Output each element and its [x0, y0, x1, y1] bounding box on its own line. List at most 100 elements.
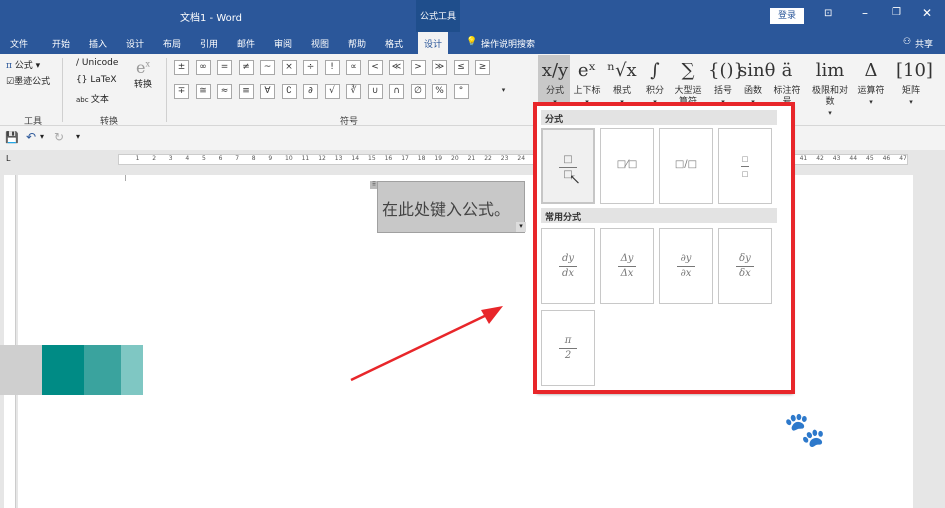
structure-label: 运算符 [857, 86, 885, 96]
ink-icon: ☑ [6, 77, 15, 87]
latex-option[interactable]: {} LaTeX [76, 75, 117, 85]
ruler-number: 9 [268, 155, 273, 162]
tab-stop-icon[interactable]: L [6, 154, 10, 163]
ruler-number: 4 [185, 155, 190, 162]
color-swatch [0, 345, 42, 395]
symbol-button[interactable]: ≫ [432, 60, 447, 75]
symbol-button[interactable]: ! [324, 60, 340, 75]
tab-insert[interactable]: 插入 [89, 37, 107, 50]
structure-label: 括号 [713, 86, 732, 96]
structure-button-1[interactable]: eˣ 上下标 ▾ [572, 56, 602, 108]
text-label: 文本 [90, 95, 109, 105]
equation-options-icon[interactable]: ▾ [516, 222, 526, 232]
structure-icon: x/y [541, 60, 569, 81]
tab-equation-design[interactable]: 设计 [418, 32, 449, 54]
symbol-button[interactable]: ~ [260, 60, 275, 75]
structure-icon: Δ [864, 60, 878, 81]
ribbon: π 公式 ▾ ☑墨迹公式 工具 / Unicode {} LaTeX abc 文… [0, 54, 945, 127]
symbol-button[interactable]: = [217, 60, 232, 75]
structure-button-2[interactable]: ⁿ√x 根式 ▾ [607, 56, 637, 108]
symbol-button[interactable]: ≈ [217, 84, 232, 99]
abc-icon: abc [76, 96, 91, 104]
symbol-button[interactable]: ÷ [303, 60, 318, 75]
symbol-button[interactable]: % [432, 84, 447, 99]
ribbon-tabs: 文件 开始 插入 设计 布局 引用 邮件 审阅 视图 帮助 格式 设计 💡 操作… [0, 32, 945, 54]
symbols-more-icon[interactable]: ▾ [496, 84, 511, 99]
structure-button-8[interactable]: lim 极限和对数 ▾ [808, 56, 852, 119]
structure-button-10[interactable]: [10] 矩阵 ▾ [896, 56, 933, 108]
watermark-brand: Bai [720, 410, 784, 450]
text-option[interactable]: abc 文本 [76, 92, 109, 105]
ink-equation-button[interactable]: ☑墨迹公式 [6, 74, 50, 87]
symbol-button[interactable]: ∅ [410, 84, 426, 99]
symbol-button[interactable]: ≤ [453, 60, 469, 75]
tab-home[interactable]: 开始 [52, 37, 70, 50]
tab-references[interactable]: 引用 [200, 37, 218, 50]
tab-help[interactable]: 帮助 [348, 37, 366, 50]
structure-label: 根式 [612, 86, 631, 96]
tab-design[interactable]: 设计 [126, 37, 144, 50]
share-button[interactable]: 共享 [915, 37, 933, 50]
ribbon-display-icon[interactable]: ⊡ [824, 8, 832, 19]
symbol-button[interactable]: ≠ [238, 60, 254, 75]
symbol-button[interactable]: ∀ [260, 84, 275, 99]
symbol-button[interactable]: ± [174, 60, 189, 75]
ruler-number: 21 [467, 155, 476, 162]
redo-icon[interactable]: ↻ [54, 130, 64, 144]
equation-button[interactable]: π 公式 ▾ [6, 58, 40, 71]
undo-dropdown-icon[interactable]: ▾ [40, 132, 44, 141]
dropdown-icon: ▾ [909, 98, 913, 106]
symbol-button[interactable]: ∪ [367, 84, 383, 99]
symbol-button[interactable]: √ [324, 84, 340, 99]
symbol-button[interactable]: ∞ [195, 60, 211, 75]
symbol-button[interactable]: ≅ [195, 84, 211, 99]
search-tell-me[interactable]: 操作说明搜索 [481, 37, 535, 50]
symbol-button[interactable]: ≥ [475, 60, 490, 75]
save-icon[interactable]: 💾 [5, 131, 19, 144]
unicode-label: Unicode [81, 58, 119, 68]
contextual-tab-label: 公式工具 [416, 0, 460, 32]
structure-button-5[interactable]: {()} 括号 ▾ [708, 56, 745, 108]
convert-button[interactable]: ex 转换 [134, 58, 152, 90]
symbol-button[interactable]: ≪ [389, 60, 404, 75]
equation-placeholder[interactable]: 在此处键入公式。 [377, 181, 525, 233]
symbol-button[interactable]: × [281, 60, 297, 75]
ruler-number: 20 [451, 155, 459, 162]
undo-icon[interactable]: ↶ [26, 130, 36, 144]
structure-label: 函数 [743, 86, 762, 96]
structure-icon: eˣ [577, 60, 597, 81]
symbol-button[interactable]: > [410, 60, 426, 75]
minimize-icon[interactable]: – [862, 6, 868, 20]
login-button[interactable]: 登录 [770, 8, 804, 24]
customize-qat-icon[interactable]: ▾ [76, 132, 80, 141]
restore-icon[interactable]: ❐ [892, 7, 901, 18]
tab-layout[interactable]: 布局 [163, 37, 181, 50]
symbol-button[interactable]: ∁ [281, 84, 297, 99]
tab-review[interactable]: 审阅 [274, 37, 292, 50]
tab-file[interactable]: 文件 [10, 37, 28, 50]
structure-icon: ⁿ√x [607, 60, 637, 81]
symbol-button[interactable]: ° [453, 84, 469, 99]
symbol-button[interactable]: < [367, 60, 383, 75]
symbol-button[interactable]: ∛ [346, 84, 361, 99]
structure-button-3[interactable]: ∫ 积分 ▾ [640, 56, 670, 108]
ruler-number: 15 [368, 155, 376, 162]
structure-icon: ä [781, 60, 793, 81]
tab-view[interactable]: 视图 [311, 37, 329, 50]
symbol-button[interactable]: ∂ [303, 84, 318, 99]
structure-button-6[interactable]: sinθ 函数 ▾ [738, 56, 775, 108]
symbol-button[interactable]: ∝ [346, 60, 361, 75]
watermark-url: jingyan.baidu.com [730, 490, 850, 505]
structure-icon: ∑ [681, 60, 695, 81]
structure-button-0[interactable]: x/y 分式 ▾ [540, 56, 570, 108]
ruler-number: 16 [384, 155, 393, 162]
symbol-button[interactable]: ≡ [238, 84, 254, 99]
color-swatch [42, 345, 84, 395]
tab-format[interactable]: 格式 [385, 37, 403, 50]
unicode-option[interactable]: / Unicode [76, 58, 118, 68]
close-icon[interactable]: ✕ [922, 6, 932, 20]
symbol-button[interactable]: ∓ [174, 84, 189, 99]
tab-mailings[interactable]: 邮件 [237, 37, 255, 50]
symbol-button[interactable]: ∩ [389, 84, 404, 99]
structure-button-9[interactable]: Δ 运算符 ▾ [856, 56, 886, 108]
